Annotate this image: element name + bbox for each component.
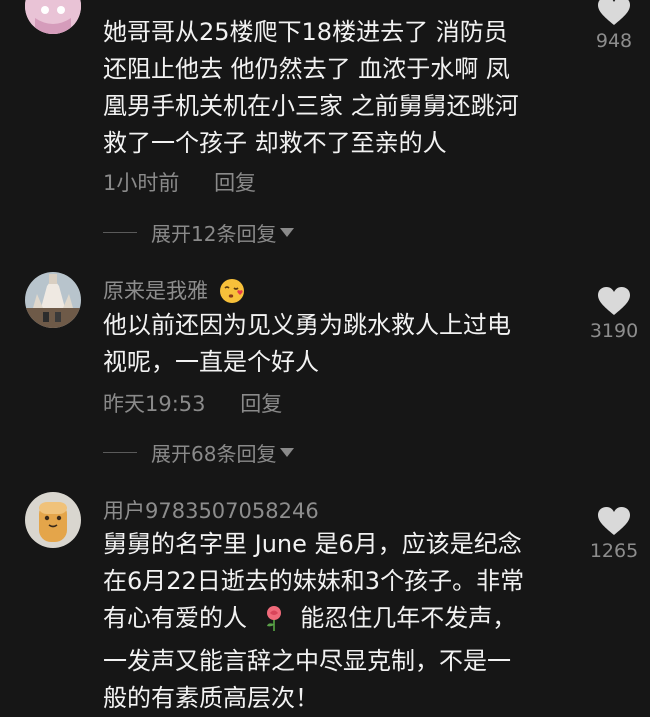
like-count: 948 xyxy=(595,30,633,52)
comment-meta: 1小时前 回复 xyxy=(103,167,256,197)
comment-meta: 昨天19:53 回复 xyxy=(103,388,282,418)
comment-username-row: 原来是我雅 xyxy=(103,275,245,309)
heart-icon xyxy=(598,287,630,315)
reply-button[interactable]: 回复 xyxy=(240,392,282,416)
comment-username[interactable]: 用户9783507058246 xyxy=(103,495,319,525)
expand-replies-label: 展开68条回复 xyxy=(151,442,277,466)
comment-text-line: 舅舅的名字里 June 是6月，应该是纪念 xyxy=(103,530,522,558)
comment-text-line: 还阻止他去 他仍然去了 血浓于水啊 凤 xyxy=(103,55,510,83)
comment-text: 她哥哥从25楼爬下18楼进去了 消防员 还阻止他去 他仍然去了 血浓于水啊 凤 … xyxy=(103,14,573,162)
avatar[interactable] xyxy=(25,272,81,328)
avatar[interactable] xyxy=(25,492,81,548)
chevron-down-icon xyxy=(280,228,295,237)
comment-text: 他以前还因为见义勇为跳水救人上过电 视呢，一直是个好人 xyxy=(103,307,573,381)
comment-text: 舅舅的名字里 June 是6月，应该是纪念 在6月22日逝去的妹妹和3个孩子。非… xyxy=(103,526,573,717)
rose-emoji-icon xyxy=(261,604,287,643)
heart-icon xyxy=(598,507,630,535)
comment-text-line: 她哥哥从25楼爬下18楼进去了 消防员 xyxy=(103,18,508,46)
comment-text-segment: 有心有爱的人 xyxy=(103,604,247,632)
comment-text-segment: 能忍住几年不发声， xyxy=(300,604,517,632)
kissing-face-emoji-icon xyxy=(219,278,245,309)
like-button[interactable]: 948 xyxy=(578,0,650,52)
expand-replies-label: 展开12条回复 xyxy=(151,222,277,246)
comment-text-line: 凰男手机关机在小三家 之前舅舅还跳河 xyxy=(103,92,519,120)
avatar[interactable] xyxy=(25,0,81,34)
comment-text-line: 他以前还因为见义勇为跳水救人上过电 xyxy=(103,311,511,339)
comment-text-line: 视呢，一直是个好人 xyxy=(103,348,319,376)
divider xyxy=(103,452,137,453)
comment-text-line: 般的有素质高层次！ xyxy=(103,684,319,712)
like-button[interactable]: 1265 xyxy=(578,506,650,562)
comment-time: 1小时前 xyxy=(103,171,180,195)
expand-replies-button[interactable]: 展开68条回复 xyxy=(103,438,295,467)
expand-replies-button[interactable]: 展开12条回复 xyxy=(103,218,295,247)
chevron-down-icon xyxy=(280,448,295,457)
comment-text-line: 在6月22日逝去的妹妹和3个孩子。非常 xyxy=(103,567,525,595)
comment-text-line: 救了一个孩子 却救不了至亲的人 xyxy=(103,129,447,157)
like-count: 1265 xyxy=(589,540,639,562)
heart-icon xyxy=(598,0,630,25)
comment-username[interactable]: 原来是我雅 xyxy=(103,279,208,303)
like-button[interactable]: 3190 xyxy=(578,286,650,342)
comment-text-line-with-emoji: 有心有爱的人 能忍住几年不发声， xyxy=(103,600,573,643)
divider xyxy=(103,232,137,233)
reply-button[interactable]: 回复 xyxy=(214,171,256,195)
comment-time: 昨天19:53 xyxy=(103,392,206,416)
comment-text-line: 一发声又能言辞之中尽显克制，不是一 xyxy=(103,647,511,675)
like-count: 3190 xyxy=(589,320,639,342)
